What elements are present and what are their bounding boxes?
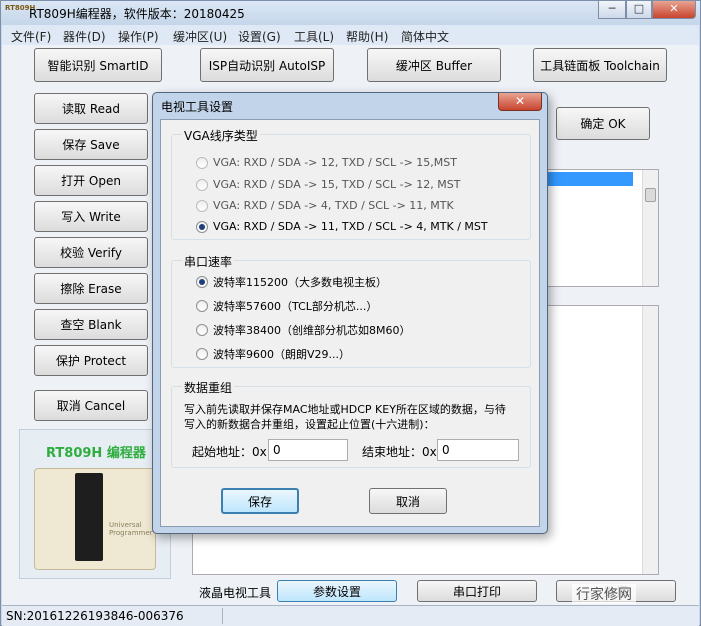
baud-option-2-label: 波特率57600（TCL部分机芯...） [213, 300, 378, 313]
ok-button[interactable]: 确定 OK [556, 107, 650, 140]
menu-operation[interactable]: 操作(P) [118, 28, 159, 45]
baud-option-57600[interactable]: 波特率57600（TCL部分机芯...） [196, 298, 377, 314]
minimize-button[interactable]: ─ [598, 1, 626, 19]
title-bar: RT809H RT809H编程器，软件版本：20180425 ─ □ ✕ [1, 1, 700, 25]
app-logo-icon: RT809H [5, 4, 36, 12]
radio-icon[interactable] [196, 199, 208, 212]
open-button[interactable]: 打开 Open [34, 165, 148, 196]
radio-icon[interactable] [196, 156, 208, 169]
menu-file[interactable]: 文件(F) [11, 28, 51, 45]
menu-tools[interactable]: 工具(L) [294, 28, 334, 45]
end-address-input[interactable]: 0 [437, 439, 519, 461]
erase-button[interactable]: 擦除 Erase [34, 273, 148, 304]
vga-option-3[interactable]: VGA: RXD / SDA -> 4, TXD / SCL -> 11, MT… [196, 199, 454, 212]
serial-print-button[interactable]: 串口打印 [417, 580, 537, 602]
radio-selected-icon[interactable] [196, 276, 208, 288]
toolchain-button[interactable]: 工具链面板 Toolchain [533, 48, 667, 82]
device-text: Universal Programmer [109, 521, 153, 537]
buffer-button[interactable]: 缓冲区 Buffer [367, 48, 501, 82]
vga-option-1-label: VGA: RXD / SDA -> 12, TXD / SCL -> 15,MS… [213, 156, 457, 169]
autoisp-button[interactable]: ISP自动识别 AutoISP [200, 48, 334, 82]
protect-button[interactable]: 保护 Protect [34, 345, 148, 376]
data-description-2: 写入的新数据合并重组，设置起止位置(十六进制)： [184, 418, 435, 431]
baud-option-4-label: 波特率9600（朗朗V29...） [213, 348, 351, 361]
status-bar: SN:20161226193846-006376 [2, 605, 699, 626]
vga-option-1[interactable]: VGA: RXD / SDA -> 12, TXD / SCL -> 15,MS… [196, 156, 457, 169]
baud-option-1-label: 波特率115200（大多数电视主板） [213, 276, 387, 289]
end-address-label: 结束地址：0x [362, 445, 437, 459]
start-address-input[interactable]: 0 [268, 439, 348, 461]
baud-option-115200[interactable]: 波特率115200（大多数电视主板） [196, 274, 387, 290]
vga-option-4-label: VGA: RXD / SDA -> 11, TXD / SCL -> 4, MT… [213, 220, 488, 233]
vga-option-2[interactable]: VGA: RXD / SDA -> 15, TXD / SCL -> 12, M… [196, 178, 460, 191]
selected-row[interactable] [545, 172, 633, 186]
menu-device[interactable]: 器件(D) [63, 28, 106, 45]
dialog-cancel-button[interactable]: 取消 [369, 488, 447, 514]
param-settings-button[interactable]: 参数设置 [277, 580, 397, 602]
radio-icon[interactable] [196, 178, 208, 191]
vga-option-2-label: VGA: RXD / SDA -> 15, TXD / SCL -> 12, M… [213, 178, 461, 191]
vga-option-4[interactable]: VGA: RXD / SDA -> 11, TXD / SCL -> 4, MT… [196, 220, 488, 233]
vga-group-title: VGA线序类型 [182, 127, 260, 144]
menu-buffer[interactable]: 缓冲区(U) [173, 28, 227, 45]
window-title: RT809H编程器，软件版本：20180425 [29, 7, 245, 21]
dialog-title: 电视工具设置 [161, 100, 234, 114]
menu-bar: 文件(F) 器件(D) 操作(P) 缓冲区(U) 设置(G) 工具(L) 帮助(… [2, 25, 699, 45]
baud-group-title: 串口速率 [182, 253, 235, 270]
status-divider [222, 608, 223, 624]
dialog-body: VGA线序类型 VGA: RXD / SDA -> 12, TXD / SCL … [160, 119, 540, 527]
baud-option-3-label: 波特率38400（创维部分机芯如8M60） [213, 324, 411, 337]
tv-tool-settings-dialog: 电视工具设置 ✕ VGA线序类型 VGA: RXD / SDA -> 12, T… [152, 92, 548, 534]
log-scrollbar[interactable] [642, 306, 658, 574]
device-list-scrollbar[interactable] [642, 170, 658, 286]
product-image: RT809H 编程器 Universal Programmer [19, 429, 171, 579]
radio-icon[interactable] [196, 300, 208, 312]
smartid-button[interactable]: 智能识别 SmartID [34, 48, 162, 82]
radio-selected-icon[interactable] [196, 220, 208, 233]
dialog-close-button[interactable]: ✕ [498, 93, 542, 111]
baud-option-9600[interactable]: 波特率9600（朗朗V29...） [196, 346, 350, 362]
menu-settings[interactable]: 设置(G) [238, 28, 281, 45]
serial-number: SN:20161226193846-006376 [6, 609, 184, 623]
maximize-button[interactable]: □ [626, 1, 652, 19]
radio-icon[interactable] [196, 324, 208, 336]
vga-group: VGA线序类型 VGA: RXD / SDA -> 12, TXD / SCL … [171, 127, 531, 240]
start-address-label: 起始地址：0x [192, 445, 267, 459]
menu-language[interactable]: 简体中文 [401, 28, 449, 45]
dialog-save-button[interactable]: 保存 [221, 488, 299, 514]
close-button[interactable]: ✕ [652, 1, 696, 19]
write-button[interactable]: 写入 Write [34, 201, 148, 232]
lcd-tool-label: 液晶电视工具 [199, 586, 272, 600]
radio-icon[interactable] [196, 348, 208, 360]
watermark: 行家修网 [572, 584, 636, 604]
baud-option-38400[interactable]: 波特率38400（创维部分机芯如8M60） [196, 322, 410, 338]
cancel-button[interactable]: 取消 Cancel [34, 390, 148, 421]
verify-button[interactable]: 校验 Verify [34, 237, 148, 268]
save-button[interactable]: 保存 Save [34, 129, 148, 160]
blank-button[interactable]: 查空 Blank [34, 309, 148, 340]
vga-option-3-label: VGA: RXD / SDA -> 4, TXD / SCL -> 11, MT… [213, 199, 454, 212]
data-regroup-group: 数据重组 写入前先读取并保存MAC地址或HDCP KEY所在区域的数据，与待 写… [171, 379, 531, 468]
data-group-title: 数据重组 [182, 379, 235, 396]
data-description-1: 写入前先读取并保存MAC地址或HDCP KEY所在区域的数据，与待 [184, 403, 506, 416]
baud-group: 串口速率 波特率115200（大多数电视主板） 波特率57600（TCL部分机芯… [171, 253, 531, 368]
read-button[interactable]: 读取 Read [34, 93, 148, 124]
product-label: RT809H 编程器 [46, 446, 146, 461]
programmer-device-icon: Universal Programmer [34, 468, 156, 570]
menu-help[interactable]: 帮助(H) [346, 28, 388, 45]
